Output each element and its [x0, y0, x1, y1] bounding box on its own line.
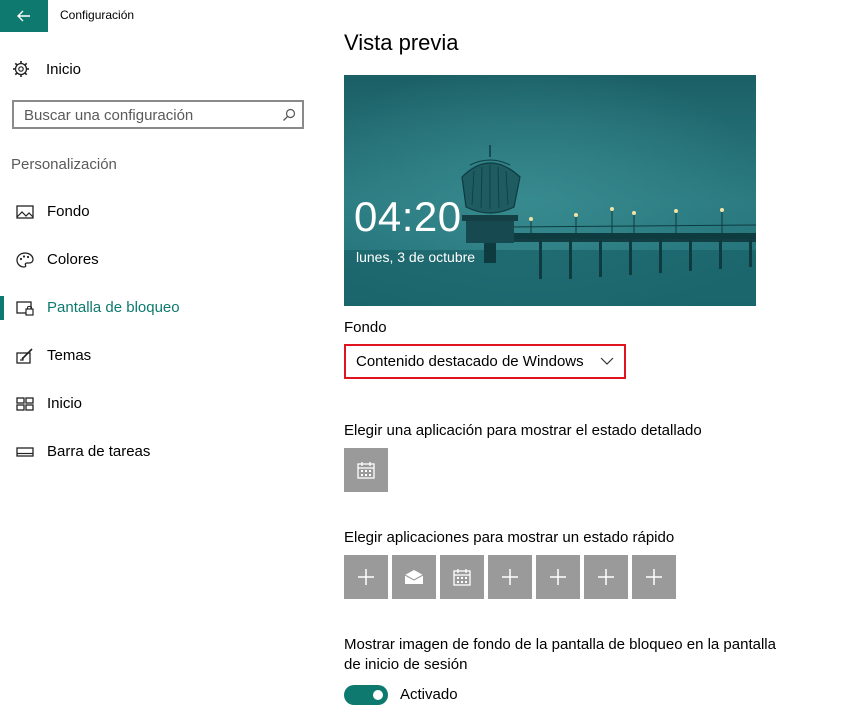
mail-icon: [404, 570, 424, 584]
background-dropdown[interactable]: Contenido destacado de Windows: [344, 344, 626, 379]
toggle-knob: [373, 690, 383, 700]
sidebar-item-inicio[interactable]: Inicio: [0, 386, 330, 422]
calendar-icon: [453, 569, 471, 586]
plus-icon: [358, 569, 374, 585]
home-label: Inicio: [46, 60, 82, 78]
sidebar-item-label: Barra de tareas: [47, 443, 151, 460]
taskbar-icon: [16, 447, 34, 457]
back-button[interactable]: [0, 0, 48, 32]
quick-status-mail-button[interactable]: [392, 555, 436, 599]
sidebar-item-barra-de-tareas[interactable]: Barra de tareas: [0, 434, 330, 470]
start-icon: [16, 397, 34, 411]
plus-icon: [646, 569, 662, 585]
lock-screen-icon: [16, 301, 34, 316]
plus-icon: [598, 569, 614, 585]
app-title: Configuración: [60, 8, 135, 22]
quick-status-add-button[interactable]: [488, 555, 532, 599]
gear-icon: [13, 61, 29, 77]
quick-status-label: Elegir aplicaciones para mostrar un esta…: [344, 529, 675, 546]
signin-background-label-line1: Mostrar imagen de fondo de la pantalla d…: [344, 636, 776, 653]
signin-background-toggle[interactable]: [344, 685, 388, 705]
sidebar-item-label: Fondo: [47, 203, 90, 220]
detailed-status-app-button[interactable]: [344, 448, 388, 492]
detailed-status-label: Elegir una aplicación para mostrar el es…: [344, 422, 702, 439]
pier-wallpaper-image: [344, 75, 756, 306]
sidebar-item-label: Colores: [47, 251, 99, 268]
preview-time: 04:20: [354, 193, 462, 240]
search-icon: [283, 108, 296, 121]
quick-status-add-button[interactable]: [344, 555, 388, 599]
lock-screen-preview: 04:20 lunes, 3 de octubre: [344, 75, 756, 306]
sidebar-item-fondo[interactable]: Fondo: [0, 194, 330, 230]
sidebar-item-pantalla-de-bloqueo[interactable]: Pantalla de bloqueo: [0, 290, 330, 326]
themes-icon: [16, 348, 33, 364]
page-title: Vista previa: [344, 30, 459, 55]
search-placeholder: Buscar una configuración: [24, 107, 194, 124]
active-indicator: [0, 296, 4, 320]
signin-background-label-line2: de inicio de sesión: [344, 656, 468, 673]
plus-icon: [502, 569, 518, 585]
background-label: Fondo: [344, 319, 387, 336]
palette-icon: [16, 252, 34, 268]
background-dropdown-value: Contenido destacado de Windows: [356, 353, 584, 370]
section-title: Personalización: [11, 156, 117, 173]
sidebar-item-label: Inicio: [47, 395, 83, 412]
quick-status-add-button[interactable]: [632, 555, 676, 599]
quick-status-add-button[interactable]: [536, 555, 580, 599]
preview-date: lunes, 3 de octubre: [356, 249, 476, 265]
sidebar-item-label: Temas: [47, 347, 92, 364]
picture-icon: [16, 205, 34, 219]
chevron-down-icon: [600, 357, 614, 365]
calendar-icon: [357, 462, 375, 479]
sidebar-item-temas[interactable]: Temas: [0, 338, 330, 374]
quick-status-add-button[interactable]: [584, 555, 628, 599]
title-bar: Configuración: [0, 0, 330, 32]
home-link[interactable]: Inicio: [12, 56, 81, 82]
toggle-state-label: Activado: [400, 686, 458, 703]
sidebar-item-label: Pantalla de bloqueo: [47, 299, 180, 316]
search-box[interactable]: Buscar una configuración: [12, 100, 304, 129]
quick-status-calendar-button[interactable]: [440, 555, 484, 599]
plus-icon: [550, 569, 566, 585]
sidebar-item-colores[interactable]: Colores: [0, 242, 330, 278]
back-arrow-icon: [17, 10, 30, 22]
